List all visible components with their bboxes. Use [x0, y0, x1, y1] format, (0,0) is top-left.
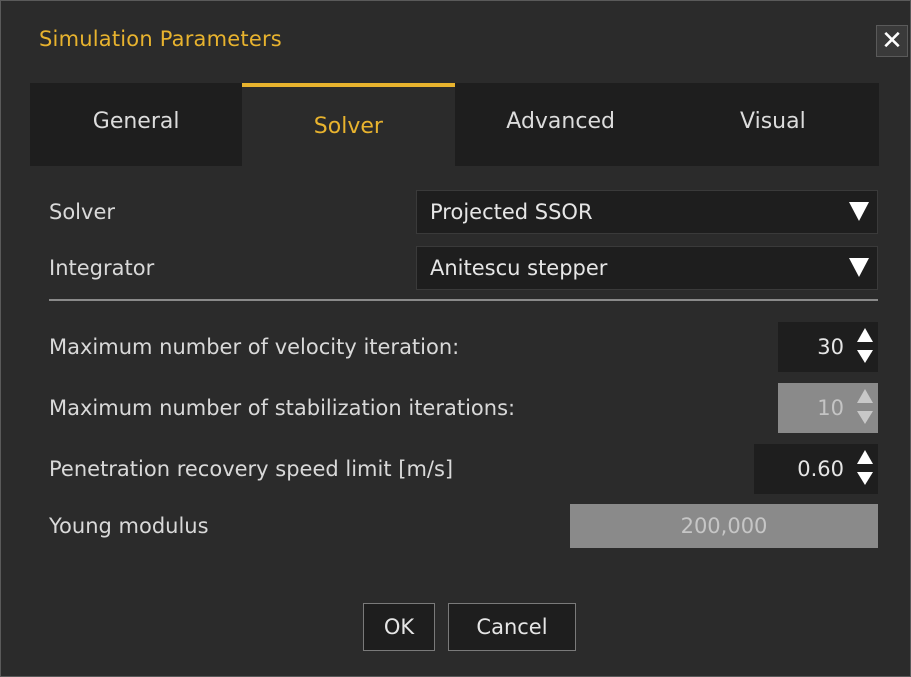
- title-bar: Simulation Parameters ✕: [1, 1, 910, 83]
- spin-down-icon: [857, 411, 873, 424]
- stabilization-iterations-label: Maximum number of stabilization iteratio…: [49, 396, 516, 420]
- section-divider: [49, 299, 878, 301]
- spin-buttons: [854, 444, 878, 494]
- solver-select-value: Projected SSOR: [430, 200, 593, 224]
- integrator-select[interactable]: Anitescu stepper: [416, 246, 878, 290]
- solver-label: Solver: [49, 200, 115, 224]
- tab-bar: General Solver Advanced Visual: [30, 83, 879, 166]
- young-modulus-label: Young modulus: [49, 514, 209, 538]
- velocity-iterations-row: Maximum number of velocity iteration: 30: [49, 322, 878, 372]
- integrator-label: Integrator: [49, 256, 155, 280]
- young-modulus-row: Young modulus 200,000: [49, 504, 878, 548]
- young-modulus-field: 200,000: [570, 504, 878, 548]
- spin-up-icon: [857, 389, 873, 403]
- close-icon: ✕: [881, 26, 903, 56]
- solver-row: Solver Projected SSOR: [49, 190, 878, 234]
- spin-down-icon[interactable]: [857, 350, 873, 363]
- penetration-speed-value[interactable]: 0.60: [797, 457, 854, 481]
- penetration-speed-label: Penetration recovery speed limit [m/s]: [49, 457, 454, 481]
- cancel-button[interactable]: Cancel: [448, 603, 576, 651]
- solver-select[interactable]: Projected SSOR: [416, 190, 878, 234]
- simulation-parameters-dialog: Simulation Parameters ✕ General Solver A…: [0, 0, 911, 677]
- spin-up-icon[interactable]: [857, 450, 873, 464]
- spin-up-icon[interactable]: [857, 328, 873, 342]
- spin-buttons: [854, 383, 878, 433]
- integrator-select-value: Anitescu stepper: [430, 256, 608, 280]
- stabilization-iterations-row: Maximum number of stabilization iteratio…: [49, 383, 878, 433]
- stabilization-iterations-value: 10: [817, 396, 844, 420]
- velocity-iterations-spinbox[interactable]: 30: [778, 322, 878, 372]
- tab-general[interactable]: General: [30, 83, 242, 166]
- tab-solver[interactable]: Solver: [242, 83, 455, 166]
- stabilization-iterations-spinbox: 10: [778, 383, 878, 433]
- dialog-title: Simulation Parameters: [39, 27, 282, 51]
- dropdown-arrow-icon: [849, 202, 869, 221]
- dropdown-arrow-icon: [849, 258, 869, 277]
- velocity-iterations-value[interactable]: 30: [817, 335, 854, 359]
- penetration-speed-row: Penetration recovery speed limit [m/s] 0…: [49, 444, 878, 494]
- velocity-iterations-label: Maximum number of velocity iteration:: [49, 335, 460, 359]
- tab-advanced[interactable]: Advanced: [455, 83, 667, 166]
- spin-buttons: [854, 322, 878, 372]
- tab-visual[interactable]: Visual: [667, 83, 879, 166]
- close-button[interactable]: ✕: [876, 25, 908, 57]
- spin-down-icon[interactable]: [857, 472, 873, 485]
- ok-button[interactable]: OK: [363, 603, 435, 651]
- integrator-row: Integrator Anitescu stepper: [49, 246, 878, 290]
- penetration-speed-spinbox[interactable]: 0.60: [754, 444, 878, 494]
